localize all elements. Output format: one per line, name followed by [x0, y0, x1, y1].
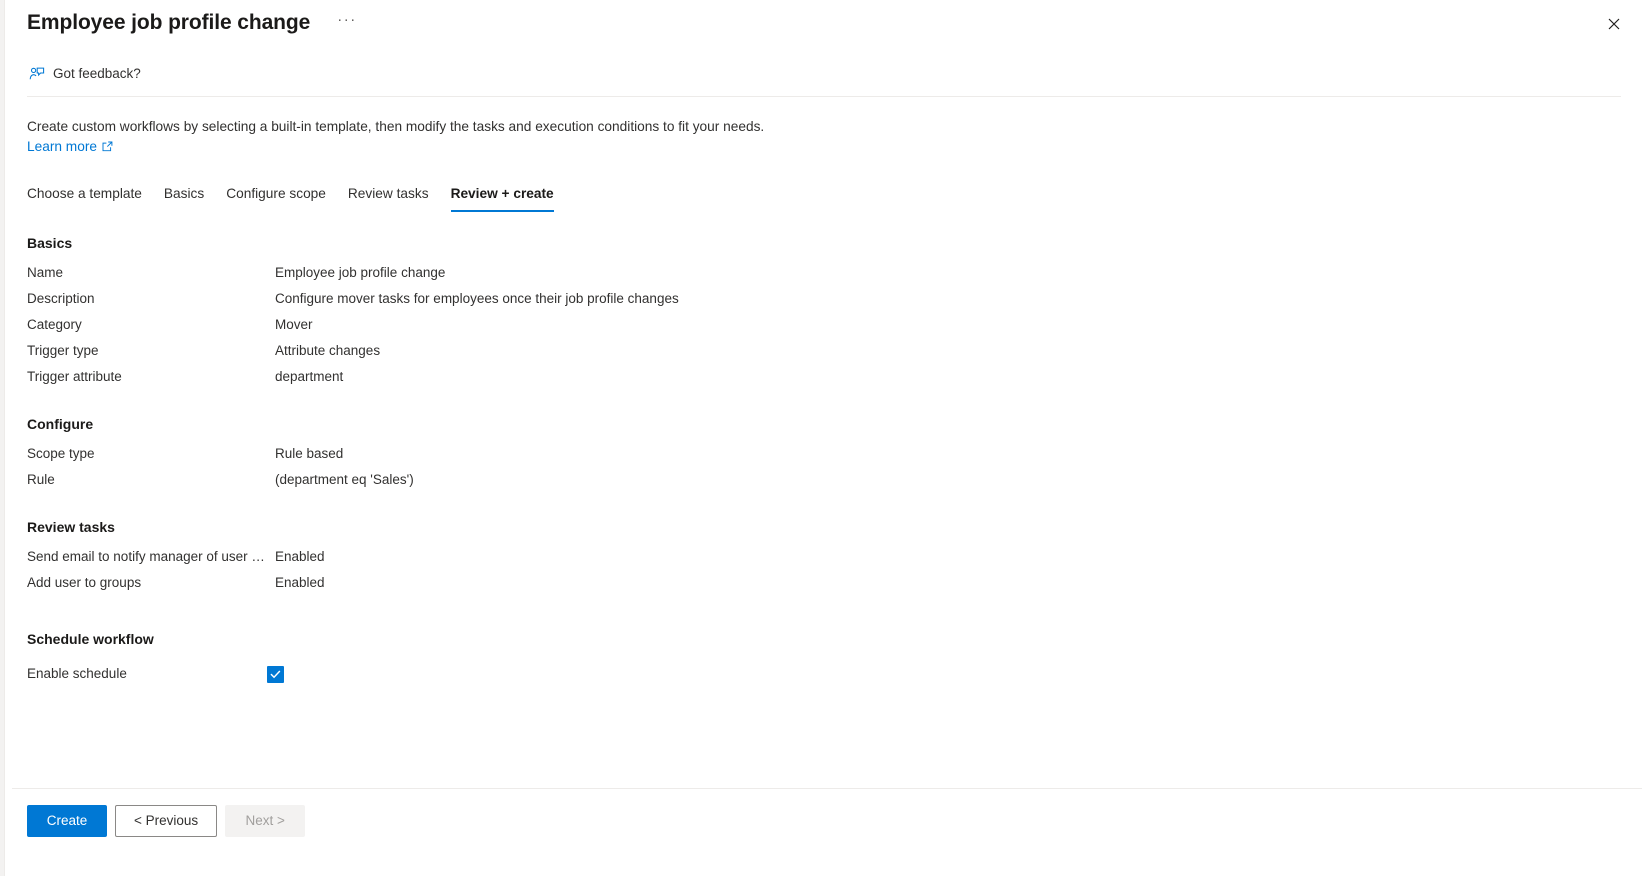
row-value: (department eq 'Sales'): [275, 472, 414, 487]
row-label: Add user to groups: [27, 575, 142, 590]
external-link-icon: [102, 141, 113, 152]
tab-review-tasks[interactable]: Review tasks: [337, 184, 440, 212]
row-rule: Rule (department eq 'Sales'): [27, 471, 1621, 497]
row-send-email-notify-manager: Send email to notify manager of user mo……: [27, 548, 1621, 574]
tab-choose-a-template[interactable]: Choose a template: [16, 184, 153, 212]
blade-header: Employee job profile change ···: [6, 0, 1642, 56]
intro-description: Create custom workflows by selecting a b…: [27, 119, 765, 134]
learn-more-link[interactable]: Learn more: [27, 137, 113, 156]
row-value: Enabled: [275, 575, 325, 590]
tab-review-create[interactable]: Review + create: [440, 184, 565, 212]
tab-basics[interactable]: Basics: [153, 184, 215, 212]
row-value: department: [275, 369, 344, 384]
section-title-basics: Basics: [27, 235, 73, 251]
command-bar: Got feedback?: [6, 56, 1642, 92]
footer-buttons: Create < Previous Next >: [12, 789, 1642, 837]
row-label: Category: [27, 317, 82, 332]
row-value: Rule based: [275, 446, 344, 461]
row-description: Description Configure mover tasks for em…: [27, 290, 1621, 316]
row-value: Mover: [275, 317, 313, 332]
blade-left-edge: [0, 0, 5, 876]
row-label: Description: [27, 291, 95, 306]
row-label: Trigger attribute: [27, 369, 122, 384]
got-feedback-label: Got feedback?: [53, 66, 141, 81]
learn-more-label: Learn more: [27, 139, 97, 154]
row-value: Enabled: [275, 549, 325, 564]
row-label: Name: [27, 265, 64, 280]
row-value: Employee job profile change: [275, 265, 446, 280]
checkmark-icon: [270, 670, 281, 678]
blade-footer: Create < Previous Next >: [12, 788, 1642, 876]
close-button[interactable]: [1600, 10, 1628, 38]
section-basics: Basics Name Employee job profile change …: [27, 234, 1621, 394]
close-icon: [1608, 18, 1620, 30]
feedback-person-icon: [29, 66, 45, 82]
enable-schedule-label: Enable schedule: [27, 666, 127, 681]
more-options-button[interactable]: ···: [331, 9, 363, 37]
wizard-tabs: Choose a template Basics Configure scope…: [27, 176, 1621, 212]
row-value: Configure mover tasks for employees once…: [275, 291, 679, 306]
row-add-user-to-groups: Add user to groups Enabled: [27, 574, 1621, 600]
row-trigger-attribute: Trigger attribute department: [27, 368, 1621, 394]
row-enable-schedule: Enable schedule: [27, 660, 1621, 688]
title-row: Employee job profile change ···: [27, 0, 1621, 37]
row-name: Name Employee job profile change: [27, 264, 1621, 290]
page-title: Employee job profile change: [27, 11, 311, 34]
blade-container: Employee job profile change ··· Got feed…: [6, 0, 1642, 876]
section-title-review-tasks: Review tasks: [27, 519, 115, 535]
row-scope-type: Scope type Rule based: [27, 445, 1621, 471]
section-schedule-workflow: Schedule workflow Enable schedule: [27, 630, 1621, 688]
create-button[interactable]: Create: [27, 805, 107, 837]
tab-configure-scope[interactable]: Configure scope: [215, 184, 337, 212]
review-sections: Basics Name Employee job profile change …: [27, 234, 1621, 688]
row-value: Attribute changes: [275, 343, 381, 358]
section-review-tasks: Review tasks Send email to notify manage…: [27, 518, 1621, 600]
row-label: Trigger type: [27, 343, 99, 358]
next-button: Next >: [225, 805, 306, 837]
enable-schedule-checkbox[interactable]: [267, 665, 284, 683]
got-feedback-button[interactable]: Got feedback?: [23, 60, 149, 88]
previous-button[interactable]: < Previous: [115, 805, 218, 837]
row-label: Scope type: [27, 446, 95, 461]
row-label: Send email to notify manager of user mo…: [27, 549, 275, 564]
row-category: Category Mover: [27, 316, 1621, 342]
section-title-schedule-workflow: Schedule workflow: [27, 631, 154, 647]
blade-content: Create custom workflows by selecting a b…: [6, 97, 1642, 688]
section-title-configure: Configure: [27, 416, 94, 432]
row-label: Rule: [27, 472, 55, 487]
row-trigger-type: Trigger type Attribute changes: [27, 342, 1621, 368]
section-configure: Configure Scope type Rule based Rule (de…: [27, 415, 1621, 497]
